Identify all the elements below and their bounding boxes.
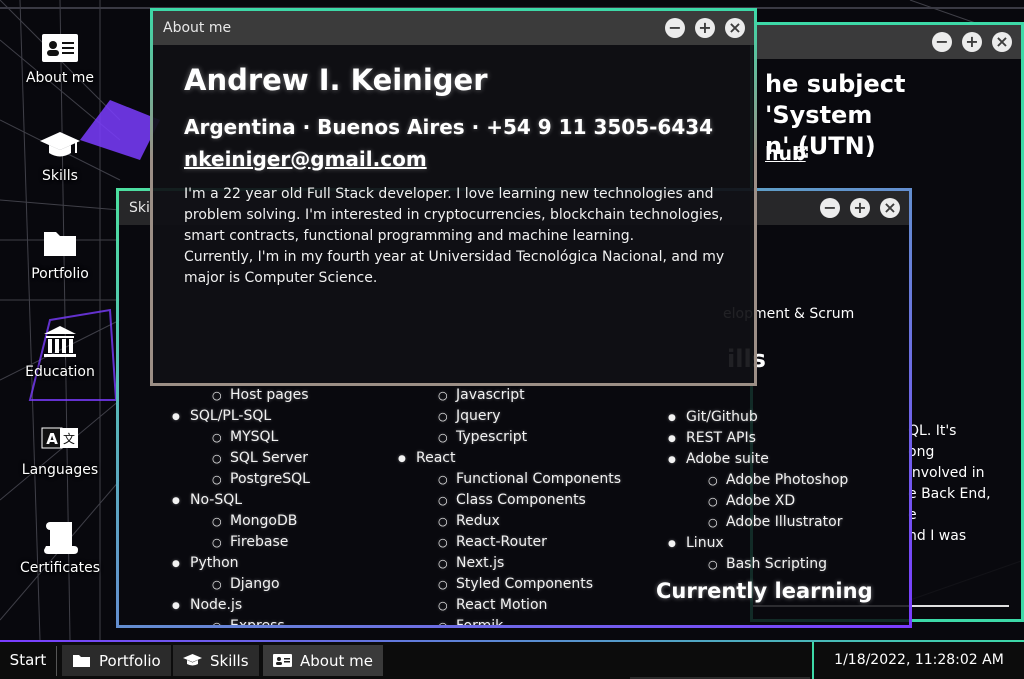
list-item: MongoDB <box>119 511 310 532</box>
institution-icon <box>44 326 76 357</box>
list-item: Formik <box>345 616 621 625</box>
minimize-button[interactable]: − <box>932 32 952 52</box>
close-button[interactable]: × <box>992 32 1012 52</box>
svg-text:A: A <box>46 430 58 448</box>
taskbar-item-label: Skills <box>210 651 249 670</box>
close-button[interactable]: × <box>725 18 745 38</box>
list-item: Jquery <box>345 406 621 427</box>
list-item: Bash Scripting <box>615 554 848 575</box>
graduation-cap-icon <box>183 654 202 666</box>
desktop-icon-label: Languages <box>21 462 99 478</box>
list-item: React-Router <box>345 532 621 553</box>
list-item: Next.js <box>345 553 621 574</box>
id-card-icon <box>273 654 292 667</box>
desktop-icon-label: Skills <box>42 168 78 184</box>
education-description: QL. It's ong involved in e Back End, e n… <box>908 423 991 544</box>
list-item: React Motion <box>345 595 621 616</box>
list-item: REST APIs <box>615 428 848 450</box>
list-item: Linux <box>615 533 848 555</box>
desktop-icon-certificates[interactable]: Certificates <box>10 520 110 576</box>
folder-icon <box>73 655 90 667</box>
list-item: Styled Components <box>345 574 621 595</box>
list-item: PostgreSQL <box>119 469 310 490</box>
close-button[interactable]: × <box>880 198 900 218</box>
translate-icon: A文 <box>41 427 78 449</box>
profile-bio: I'm a 22 year old Full Stack developer. … <box>184 184 732 289</box>
window-titlebar[interactable]: − + × <box>753 25 1021 59</box>
profile-location-phone: Argentina · Buenos Aires · +54 9 11 3505… <box>184 115 714 139</box>
about-me-window[interactable]: About me − + × Andrew I. Keiniger Argent… <box>150 8 757 386</box>
list-item: Express <box>119 616 310 625</box>
desktop-icon-education[interactable]: Education <box>10 324 110 380</box>
window-title: About me <box>163 20 232 36</box>
window-titlebar[interactable]: About me − + × <box>153 11 754 45</box>
taskbar: Start Portfolio Skills About me 1/18/202… <box>0 640 1024 679</box>
maximize-button[interactable]: + <box>962 32 982 52</box>
divider <box>56 646 57 676</box>
skills-column-backend: Host pages SQL/PL-SQL MYSQL SQL Server P… <box>119 385 310 625</box>
list-item: React <box>345 448 621 470</box>
maximize-button[interactable]: + <box>850 198 870 218</box>
list-item: SQL Server <box>119 448 310 469</box>
list-item: Adobe suite <box>615 449 848 471</box>
list-item: Javascript <box>345 385 621 406</box>
desktop-icon-label: Portfolio <box>31 266 89 282</box>
taskbar-item-portfolio[interactable]: Portfolio <box>62 645 171 676</box>
list-item: Typescript <box>345 427 621 448</box>
external-link-icon[interactable] <box>795 145 809 159</box>
skills-column-frontend: Javascript Jquery Typescript React Funct… <box>345 385 621 625</box>
list-item: Redux <box>345 511 621 532</box>
profile-name: Andrew I. Keiniger <box>184 63 488 97</box>
minimize-button[interactable]: − <box>820 198 840 218</box>
graduation-cap-icon <box>40 132 80 157</box>
list-item: MYSQL <box>119 427 310 448</box>
folder-icon <box>44 232 76 256</box>
email-link[interactable]: nkeiniger@gmail.com <box>184 147 427 171</box>
id-card-icon <box>42 34 78 62</box>
desktop-icon-label: Certificates <box>19 560 100 576</box>
bio-paragraph: I'm a 22 year old Full Stack developer. … <box>184 186 724 244</box>
list-item: Host pages <box>119 385 310 406</box>
bio-paragraph: Currently, I'm in my fourth year at Univ… <box>184 249 725 286</box>
list-item: SQL/PL-SQL <box>119 406 310 428</box>
maximize-button[interactable]: + <box>695 18 715 38</box>
list-item: Class Components <box>345 490 621 511</box>
list-item: Firebase <box>119 532 310 553</box>
taskbar-item-about-me[interactable]: About me <box>263 645 383 676</box>
desktop-icon-label: About me <box>25 70 95 86</box>
skills-column-other: Git/Github REST APIs Adobe suite Adobe P… <box>615 407 848 575</box>
svg-text:文: 文 <box>63 431 75 446</box>
desktop-icon-skills[interactable]: Skills <box>10 128 110 184</box>
desktop-icon-languages[interactable]: A文 Languages <box>10 422 110 478</box>
list-item: Django <box>119 574 310 595</box>
section-heading-currently-learning: Currently learning <box>656 579 873 603</box>
list-item: Adobe Photoshop <box>615 470 848 491</box>
desktop-icon-portfolio[interactable]: Portfolio <box>10 226 110 282</box>
list-item: Git/Github <box>615 407 848 429</box>
taskbar-item-label: About me <box>300 651 373 670</box>
list-item: Node.js <box>119 595 310 617</box>
list-item: No-SQL <box>119 490 310 512</box>
taskbar-item-skills[interactable]: Skills <box>173 645 259 676</box>
desktop-icon-label: Education <box>25 364 95 380</box>
start-button[interactable]: Start <box>0 642 56 679</box>
list-item: Functional Components <box>345 469 621 490</box>
scroll-icon <box>44 522 78 554</box>
desktop-icon-about-me[interactable]: About me <box>10 30 110 86</box>
taskbar-item-label: Portfolio <box>99 651 161 670</box>
list-item: Python <box>119 553 310 575</box>
list-item: Adobe XD <box>615 491 848 512</box>
list-item: Adobe Illustrator <box>615 512 848 533</box>
taskbar-clock: 1/18/2022, 11:28:02 AM <box>812 642 1024 679</box>
minimize-button[interactable]: − <box>665 18 685 38</box>
